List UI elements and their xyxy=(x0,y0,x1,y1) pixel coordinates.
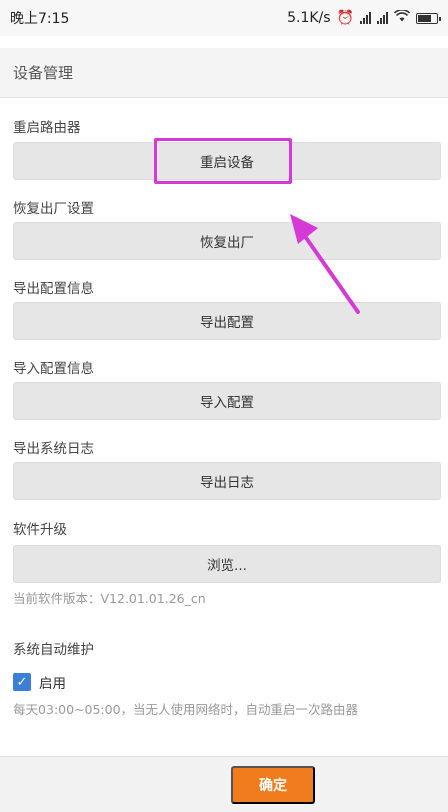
section-label-export-log: 导出系统日志 xyxy=(13,441,94,457)
section-label-factory-reset: 恢复出厂设置 xyxy=(13,201,94,217)
status-time: 晚上7:15 xyxy=(10,11,70,27)
export-log-button[interactable]: 导出日志 xyxy=(13,462,441,500)
section-label-auto-maintenance: 系统自动维护 xyxy=(13,642,94,658)
export-config-button[interactable]: 导出配置 xyxy=(13,302,441,340)
section-label-export-config: 导出配置信息 xyxy=(13,281,94,297)
auto-maintenance-note: 每天03:00~05:00，当无人使用网络时，自动重启一次路由器 xyxy=(13,702,359,717)
footer-bar xyxy=(0,756,448,812)
alarm-icon: ⏰ xyxy=(336,10,354,26)
status-icons: 5.1K/s ⏰ xyxy=(287,9,441,26)
checkbox-label: 启用 xyxy=(39,676,66,692)
network-speed: 5.1K/s xyxy=(287,10,331,26)
section-label-firmware-upgrade: 软件升级 xyxy=(13,522,67,538)
enable-auto-maintenance[interactable]: ✓ 启用 xyxy=(13,672,66,692)
firmware-version: 当前软件版本：V12.01.01.26_cn xyxy=(13,591,206,606)
highlight-box xyxy=(154,138,292,184)
section-label-import-config: 导入配置信息 xyxy=(13,361,94,377)
signal-icon-2 xyxy=(377,12,388,24)
status-bar: 晚上7:15 5.1K/s ⏰ xyxy=(0,0,448,36)
section-label-reboot: 重启路由器 xyxy=(13,120,81,136)
checkbox-checked-icon[interactable]: ✓ xyxy=(13,673,31,691)
factory-reset-button[interactable]: 恢复出厂 xyxy=(13,222,441,260)
confirm-button[interactable]: 确定 xyxy=(231,766,315,804)
signal-icon xyxy=(360,12,371,24)
wifi-icon xyxy=(393,9,411,26)
page-title: 设备管理 xyxy=(0,48,448,98)
browse-button[interactable]: 浏览... xyxy=(13,545,441,583)
import-config-button[interactable]: 导入配置 xyxy=(13,382,441,420)
battery-icon xyxy=(416,12,441,24)
